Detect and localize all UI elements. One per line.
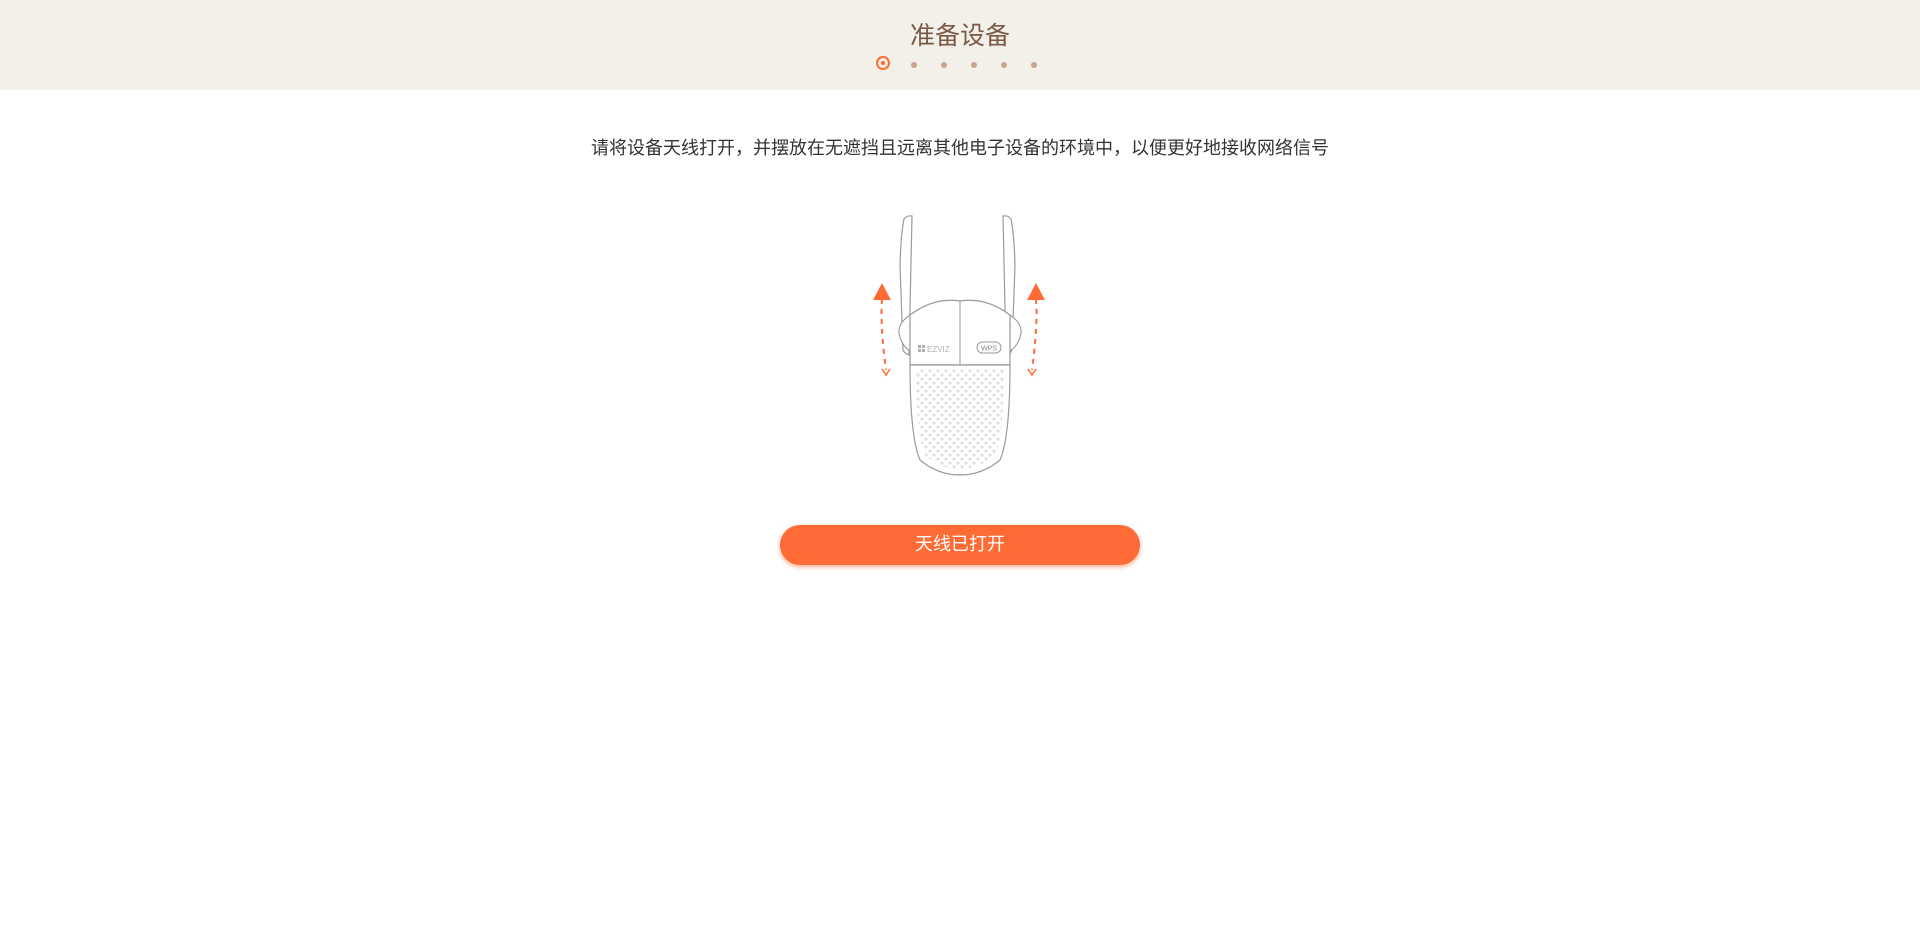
- instruction-text: 请将设备天线打开，并摆放在无遮挡且远离其他电子设备的环境中，以便更好地接收网络信…: [591, 138, 1329, 159]
- header: 准备设备: [0, 0, 1920, 90]
- left-arrow-up-icon: [873, 283, 891, 377]
- step-dot-1-active: [876, 56, 890, 70]
- right-arrow-up-icon: [1027, 283, 1045, 377]
- page-title: 准备设备: [909, 21, 1010, 50]
- step-dot-5: [1001, 62, 1007, 68]
- step-dot-6: [1031, 62, 1037, 68]
- step-dot-4: [971, 62, 977, 68]
- step-dot-3: [941, 62, 947, 68]
- antenna-opened-button[interactable]: 天线已打开: [780, 525, 1140, 565]
- device-wps-label: WPS: [981, 346, 997, 353]
- wps-button-icon: WPS: [976, 341, 1002, 354]
- device-brand-label: EZVIZ: [927, 345, 950, 354]
- step-indicator: [876, 56, 1042, 74]
- device-illustration: EZVIZ WPS: [860, 205, 1060, 480]
- step-dot-2: [911, 62, 917, 68]
